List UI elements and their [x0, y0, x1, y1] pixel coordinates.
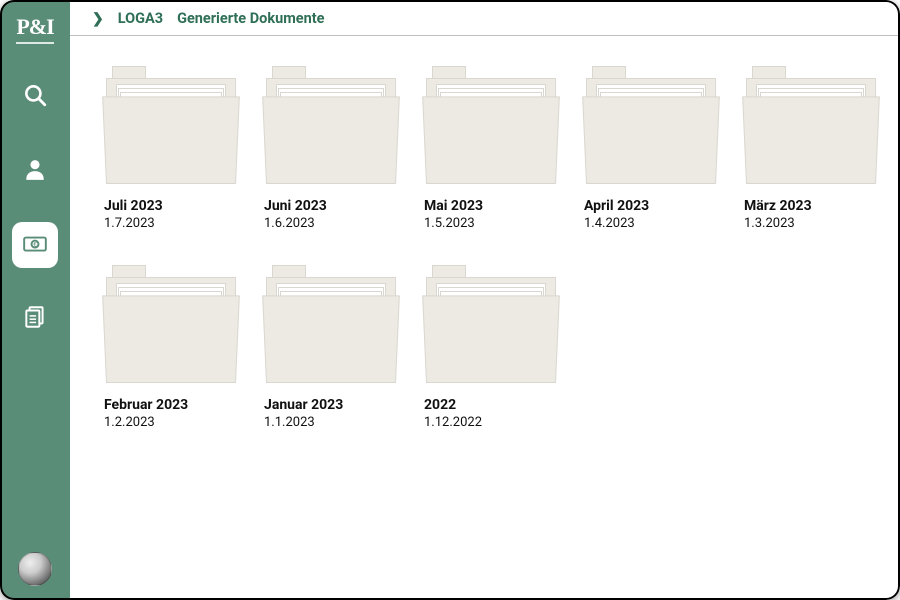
folder-icon — [586, 66, 716, 184]
avatar[interactable] — [18, 552, 52, 586]
folder-card[interactable]: Juli 2023 1.7.2023 — [94, 66, 248, 231]
folder-name: 2022 — [414, 397, 568, 413]
sidebar: P&I € — [0, 0, 70, 600]
folder-card[interactable]: März 2023 1.3.2023 — [734, 66, 888, 231]
sidebar-item-payroll[interactable]: € — [12, 222, 58, 268]
banknote-icon: € — [22, 230, 48, 260]
folder-name: Juni 2023 — [254, 198, 408, 214]
folder-card[interactable]: Mai 2023 1.5.2023 — [414, 66, 568, 231]
logo: P&I — [16, 14, 53, 44]
folder-date: 1.2.2023 — [94, 415, 248, 430]
sidebar-nav: € — [12, 74, 58, 552]
folder-date: 1.6.2023 — [254, 216, 408, 231]
folder-icon — [426, 265, 556, 383]
search-icon — [22, 82, 48, 112]
chevron-right-icon: ❯ — [92, 11, 104, 27]
main-area: ❯ LOGA3 Generierte Dokumente Juli 2023 1… — [70, 0, 900, 600]
folder-name: April 2023 — [574, 198, 728, 214]
folder-icon — [746, 66, 876, 184]
breadcrumb: ❯ LOGA3 Generierte Dokumente — [70, 0, 900, 36]
folder-date: 1.5.2023 — [414, 216, 568, 231]
folder-date: 1.4.2023 — [574, 216, 728, 231]
folder-icon — [266, 66, 396, 184]
documents-icon — [22, 304, 48, 334]
sidebar-item-documents[interactable] — [12, 296, 58, 342]
folder-card[interactable]: Januar 2023 1.1.2023 — [254, 265, 408, 430]
folder-date: 1.3.2023 — [734, 216, 888, 231]
folder-icon — [426, 66, 556, 184]
folder-icon — [106, 265, 236, 383]
folder-name: Mai 2023 — [414, 198, 568, 214]
app-window: P&I € — [0, 0, 900, 600]
folder-name: Januar 2023 — [254, 397, 408, 413]
folder-icon — [266, 265, 396, 383]
folder-date: 1.1.2023 — [254, 415, 408, 430]
folder-card[interactable]: 2022 1.12.2022 — [414, 265, 568, 430]
folder-icon — [106, 66, 236, 184]
folder-grid: Juli 2023 1.7.2023 Juni 2023 1.6.2023 Ma… — [70, 36, 900, 460]
folder-card[interactable]: April 2023 1.4.2023 — [574, 66, 728, 231]
folder-date: 1.7.2023 — [94, 216, 248, 231]
breadcrumb-seg-2[interactable]: Generierte Dokumente — [177, 10, 324, 27]
sidebar-item-profile[interactable] — [12, 148, 58, 194]
sidebar-item-search[interactable] — [12, 74, 58, 120]
person-icon — [22, 156, 48, 186]
folder-card[interactable]: Juni 2023 1.6.2023 — [254, 66, 408, 231]
breadcrumb-seg-1[interactable]: LOGA3 — [118, 10, 163, 27]
folder-name: Februar 2023 — [94, 397, 248, 413]
folder-date: 1.12.2022 — [414, 415, 568, 430]
folder-card[interactable]: Februar 2023 1.2.2023 — [94, 265, 248, 430]
folder-name: Juli 2023 — [94, 198, 248, 214]
folder-name: März 2023 — [734, 198, 888, 214]
